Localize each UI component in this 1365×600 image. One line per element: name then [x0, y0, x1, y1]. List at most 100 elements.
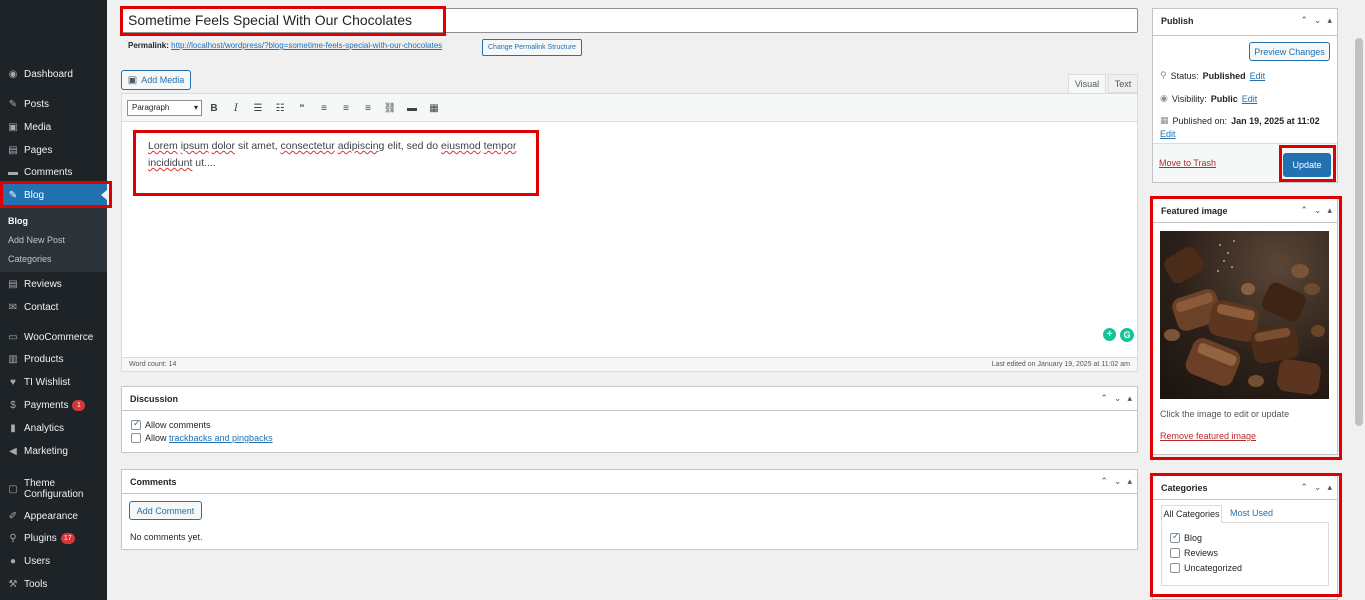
- sidebar-item-label: WooCommerce: [24, 331, 94, 343]
- sidebar-item-reviews[interactable]: ▤ Reviews: [0, 273, 107, 295]
- sidebar-item-posts[interactable]: ✎ Posts: [0, 93, 107, 115]
- word-count: Word count: 14: [129, 361, 177, 368]
- sidebar-item-dashboard[interactable]: ◉ Dashboard: [0, 63, 107, 85]
- trackbacks-link[interactable]: trackbacks and pingbacks: [169, 433, 273, 443]
- editor-content[interactable]: Lorem ipsum dolor sit amet, consectetur …: [148, 138, 538, 172]
- move-up-icon[interactable]: ⌃: [1100, 476, 1108, 487]
- toolbar-toggle-icon[interactable]: ▦: [426, 100, 442, 116]
- add-comment-button[interactable]: Add Comment: [129, 501, 202, 520]
- sidebar-item-comments[interactable]: ▬ Comments: [0, 161, 107, 183]
- category-checkbox[interactable]: [1170, 531, 1180, 543]
- move-down-icon[interactable]: ⌄: [1114, 476, 1122, 487]
- move-to-trash-link[interactable]: Move to Trash: [1159, 158, 1216, 168]
- tab-all-categories[interactable]: All Categories: [1161, 505, 1222, 523]
- move-down-icon[interactable]: ⌄: [1114, 393, 1122, 404]
- numbered-list-icon[interactable]: ☷: [272, 100, 288, 116]
- bold-icon[interactable]: B: [206, 100, 222, 116]
- category-item-reviews[interactable]: Reviews: [1170, 548, 1218, 558]
- link-icon[interactable]: ⛓: [382, 100, 398, 116]
- allow-comments-checkbox[interactable]: [131, 418, 141, 430]
- scrollbar-thumb[interactable]: [1355, 38, 1363, 426]
- permalink-link[interactable]: http://localhost/wordpress/?blog=sometim…: [171, 41, 442, 50]
- preview-changes-button[interactable]: Preview Changes: [1249, 42, 1330, 61]
- sidebar-item-label: Analytics: [24, 422, 65, 434]
- tab-most-used[interactable]: Most Used: [1230, 508, 1273, 518]
- move-up-icon[interactable]: ⌃: [1300, 205, 1308, 216]
- sidebar-item-ti-wishlist[interactable]: ♥ TI Wishlist: [0, 371, 107, 393]
- align-left-icon[interactable]: ≡: [316, 100, 332, 116]
- sidebar-item-pages[interactable]: ▤ Pages: [0, 139, 107, 161]
- edit-status-link[interactable]: Edit: [1250, 71, 1266, 81]
- heart-icon: ♥: [10, 376, 16, 388]
- add-media-button[interactable]: ▣ Add Media: [121, 70, 191, 90]
- tab-visual[interactable]: Visual: [1068, 74, 1106, 93]
- allow-trackbacks-row[interactable]: Allow trackbacks and pingbacks: [131, 433, 273, 443]
- blockquote-icon[interactable]: “: [294, 100, 310, 116]
- sidebar-item-marketing[interactable]: ◀ Marketing: [0, 440, 107, 462]
- admin-sidebar: ◉ Dashboard ✎ Posts ▣ Media ▤ Pages ▬ Comments ✎ Bl…: [0, 0, 107, 600]
- grammarly-icon[interactable]: G: [1120, 328, 1134, 342]
- submenu-item-blog[interactable]: Blog: [8, 216, 28, 226]
- move-up-icon[interactable]: ⌃: [1100, 393, 1108, 404]
- sidebar-item-plugins[interactable]: ⚲ Plugins 17: [0, 527, 107, 549]
- sidebar-item-media[interactable]: ▣ Media: [0, 116, 107, 138]
- collapse-icon[interactable]: ▴: [1127, 393, 1132, 404]
- align-right-icon[interactable]: ≡: [360, 100, 376, 116]
- move-down-icon[interactable]: ⌄: [1314, 205, 1322, 216]
- submenu-item-add-new-post[interactable]: Add New Post: [8, 235, 65, 245]
- submenu-item-categories[interactable]: Categories: [8, 254, 52, 264]
- grammarly-add-icon[interactable]: +: [1103, 328, 1116, 341]
- media-icon: ▣: [127, 74, 138, 86]
- change-permalink-button[interactable]: Change Permalink Structure: [482, 39, 582, 56]
- sidebar-item-theme-configuration[interactable]: ▢ Theme Configuration: [0, 475, 107, 503]
- editor-status-bar: Word count: 14 Last edited on January 19…: [122, 357, 1137, 371]
- status-label: Status:: [1170, 70, 1199, 81]
- collapse-icon[interactable]: ▴: [1327, 15, 1332, 26]
- allow-trackbacks-label: Allow trackbacks and pingbacks: [145, 433, 273, 443]
- sidebar-item-analytics[interactable]: ▮ Analytics: [0, 417, 107, 439]
- sidebar-item-label: Appearance: [24, 510, 78, 522]
- edit-date-link[interactable]: Edit: [1160, 129, 1176, 139]
- sidebar-item-payments[interactable]: $ Payments 1: [0, 394, 107, 416]
- sidebar-item-blog[interactable]: ✎ Blog: [0, 184, 107, 206]
- allow-comments-row[interactable]: Allow comments: [131, 418, 211, 430]
- eye-icon: ◉: [1160, 93, 1168, 103]
- move-up-icon[interactable]: ⌃: [1300, 482, 1308, 493]
- italic-icon[interactable]: I: [228, 100, 244, 116]
- edit-visibility-link[interactable]: Edit: [1242, 94, 1258, 104]
- remove-featured-image-link[interactable]: Remove featured image: [1160, 431, 1256, 441]
- tab-text[interactable]: Text: [1108, 74, 1138, 93]
- sidebar-item-label: Reviews: [24, 278, 62, 290]
- align-center-icon[interactable]: ≡: [338, 100, 354, 116]
- sidebar-item-contact[interactable]: ✉ Contact: [0, 296, 107, 318]
- sidebar-item-appearance[interactable]: ✐ Appearance: [0, 505, 107, 527]
- sidebar-item-products[interactable]: ▥ Products: [0, 348, 107, 370]
- category-checkbox[interactable]: [1170, 563, 1180, 573]
- allow-trackbacks-checkbox[interactable]: [131, 433, 141, 443]
- category-item-blog[interactable]: Blog: [1170, 531, 1202, 543]
- sidebar-item-woocommerce[interactable]: ▭ WooCommerce: [0, 326, 107, 348]
- category-item-uncategorized[interactable]: Uncategorized: [1170, 563, 1242, 573]
- sidebar-item-tools[interactable]: ⚒ Tools: [0, 573, 107, 595]
- theme-icon: ▢: [8, 483, 18, 495]
- collapse-icon[interactable]: ▴: [1127, 476, 1132, 487]
- page-scrollbar[interactable]: [1353, 0, 1365, 600]
- move-up-icon[interactable]: ⌃: [1300, 15, 1308, 26]
- sidebar-item-label: Contact: [24, 301, 59, 313]
- category-checkbox[interactable]: [1170, 548, 1180, 558]
- add-media-label: Add Media: [141, 75, 185, 85]
- bulleted-list-icon[interactable]: ☰: [250, 100, 266, 116]
- move-down-icon[interactable]: ⌄: [1314, 15, 1322, 26]
- calendar-icon: ▦: [1160, 115, 1169, 125]
- collapse-icon[interactable]: ▴: [1327, 205, 1332, 216]
- format-select[interactable]: Paragraph: [127, 100, 202, 116]
- post-title-input[interactable]: Sometime Feels Special With Our Chocolat…: [121, 8, 1138, 33]
- update-button[interactable]: Update: [1283, 153, 1331, 177]
- read-more-icon[interactable]: ▬: [404, 100, 420, 116]
- move-down-icon[interactable]: ⌄: [1314, 482, 1322, 493]
- editor-toolbar: Paragraph B I ☰ ☷ “ ≡ ≡ ≡ ⛓ ▬ ▦: [122, 94, 1137, 122]
- featured-image-thumbnail[interactable]: [1160, 231, 1329, 399]
- visibility-label: Visibility:: [1171, 93, 1207, 104]
- collapse-icon[interactable]: ▴: [1327, 482, 1332, 493]
- sidebar-item-users[interactable]: ● Users: [0, 550, 107, 572]
